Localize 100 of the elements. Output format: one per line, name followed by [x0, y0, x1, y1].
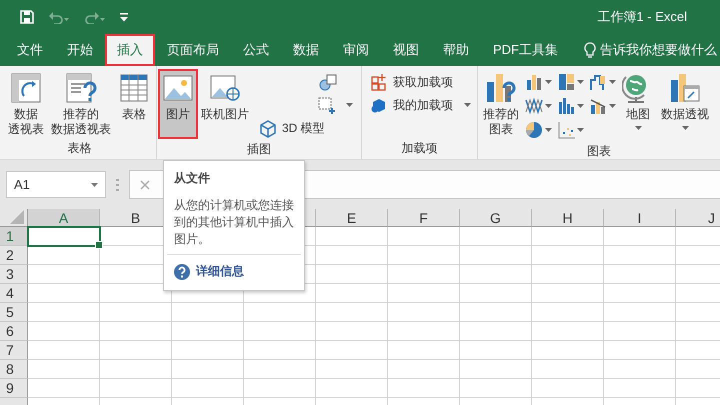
- ribbon-button[interactable]: 推荐的 数据透视表: [48, 70, 114, 139]
- row-header[interactable]: 7: [0, 341, 28, 360]
- grid-cell[interactable]: [316, 322, 388, 341]
- ribbon-tab[interactable]: 视图: [381, 34, 431, 66]
- tell-me-field[interactable]: 告诉我你想要做什么: [584, 34, 717, 66]
- chart-type-button[interactable]: [589, 72, 616, 92]
- grid-cell[interactable]: [460, 284, 532, 303]
- grid-cell[interactable]: [28, 341, 100, 360]
- ribbon-button[interactable]: 地图: [619, 70, 657, 138]
- grid-cell[interactable]: [316, 284, 388, 303]
- grid-cell[interactable]: [604, 265, 676, 284]
- grid-cell[interactable]: [172, 303, 244, 322]
- row-header[interactable]: 5: [0, 303, 28, 322]
- grid-cell[interactable]: [172, 322, 244, 341]
- row-header[interactable]: 4: [0, 284, 28, 303]
- column-header[interactable]: H: [532, 209, 604, 227]
- column-header[interactable]: E: [316, 209, 388, 227]
- save-icon[interactable]: [20, 10, 34, 24]
- ribbon-tab[interactable]: 页面布局: [155, 34, 231, 66]
- grid-cell[interactable]: [388, 360, 460, 379]
- grid-cell[interactable]: [460, 341, 532, 360]
- ribbon-button[interactable]: 数据 透视表: [5, 70, 47, 139]
- grid-cell[interactable]: [460, 303, 532, 322]
- grid-cell[interactable]: [244, 341, 316, 360]
- grid-cell[interactable]: [532, 360, 604, 379]
- ribbon-button[interactable]: 我的加载项: [367, 95, 474, 115]
- grid-cell[interactable]: [532, 227, 604, 246]
- grid-cell[interactable]: [604, 284, 676, 303]
- grid-cell[interactable]: [100, 322, 172, 341]
- grid-cell[interactable]: [172, 360, 244, 379]
- grid-cell[interactable]: [100, 341, 172, 360]
- grid-cell[interactable]: [604, 246, 676, 265]
- grid-cell[interactable]: [460, 379, 532, 398]
- column-header[interactable]: I: [604, 209, 676, 227]
- ribbon-button[interactable]: 推荐的 图表: [480, 70, 522, 139]
- grid-cell[interactable]: [316, 246, 388, 265]
- column-header[interactable]: [305, 209, 316, 227]
- ribbon-tab[interactable]: 文件: [5, 34, 55, 66]
- grid-cell[interactable]: [244, 303, 316, 322]
- chart-type-button[interactable]: [525, 120, 552, 140]
- grid-cell[interactable]: [604, 322, 676, 341]
- grid-cell[interactable]: [244, 360, 316, 379]
- ribbon-button[interactable]: 图片: [159, 70, 197, 138]
- row-header[interactable]: 3: [0, 265, 28, 284]
- grid-cell[interactable]: [388, 379, 460, 398]
- grid-cell[interactable]: [28, 284, 100, 303]
- grid-cell[interactable]: [604, 360, 676, 379]
- ribbon-button[interactable]: 表格: [115, 70, 153, 138]
- row-header[interactable]: 8: [0, 360, 28, 379]
- grid-cell[interactable]: [388, 284, 460, 303]
- grid-cell[interactable]: [28, 379, 100, 398]
- row-header[interactable]: 6: [0, 322, 28, 341]
- row-header[interactable]: 1: [0, 227, 28, 246]
- grid-cell[interactable]: [460, 265, 532, 284]
- selected-cell[interactable]: [27, 226, 101, 247]
- column-header[interactable]: G: [460, 209, 532, 227]
- ribbon-tab[interactable]: 数据: [281, 34, 331, 66]
- more-info-link[interactable]: 详细信息: [196, 263, 244, 280]
- grid-cell[interactable]: [604, 227, 676, 246]
- grid-cell[interactable]: [532, 379, 604, 398]
- ribbon-tab[interactable]: 插入: [105, 34, 155, 66]
- customize-icon[interactable]: [120, 12, 128, 22]
- grid-cell[interactable]: [316, 360, 388, 379]
- column-header[interactable]: J: [676, 209, 720, 227]
- ribbon-button[interactable]: 获取加载项: [367, 72, 474, 92]
- grid-cell[interactable]: [604, 341, 676, 360]
- grid-cell[interactable]: [316, 379, 388, 398]
- column-header[interactable]: F: [388, 209, 460, 227]
- grid-cell[interactable]: [316, 227, 388, 246]
- grid-cell[interactable]: [100, 303, 172, 322]
- chart-type-button[interactable]: [557, 96, 584, 116]
- grid-cell[interactable]: [532, 303, 604, 322]
- grid-cell[interactable]: [460, 360, 532, 379]
- grid-cell[interactable]: [532, 265, 604, 284]
- ribbon-tab[interactable]: 开始: [55, 34, 105, 66]
- grid-cell[interactable]: [388, 227, 460, 246]
- grid-cell[interactable]: [388, 303, 460, 322]
- grid-cell[interactable]: [532, 322, 604, 341]
- grid-cell[interactable]: [532, 341, 604, 360]
- grid-cell[interactable]: [532, 246, 604, 265]
- grid-cell[interactable]: [28, 265, 100, 284]
- grid-cell[interactable]: [100, 360, 172, 379]
- row-header[interactable]: 9: [0, 379, 28, 398]
- chart-type-button[interactable]: [557, 120, 584, 140]
- chart-type-button[interactable]: [525, 96, 552, 116]
- cancel-icon[interactable]: [140, 180, 150, 190]
- ribbon-tab[interactable]: 公式: [231, 34, 281, 66]
- ribbon-button[interactable]: 联机图片: [198, 70, 252, 138]
- grid-cell[interactable]: [532, 284, 604, 303]
- ribbon-button[interactable]: 3D 模型: [256, 118, 328, 138]
- grid-cell[interactable]: [244, 322, 316, 341]
- column-header[interactable]: A: [28, 209, 100, 227]
- ribbon-tab[interactable]: PDF工具集: [481, 34, 570, 66]
- help-icon[interactable]: [174, 264, 190, 280]
- grid-cell[interactable]: [604, 303, 676, 322]
- grid-cell[interactable]: [604, 379, 676, 398]
- row-header[interactable]: 2: [0, 246, 28, 265]
- grid-cell[interactable]: [316, 341, 388, 360]
- grid-cell[interactable]: [316, 303, 388, 322]
- grid-cell[interactable]: [388, 246, 460, 265]
